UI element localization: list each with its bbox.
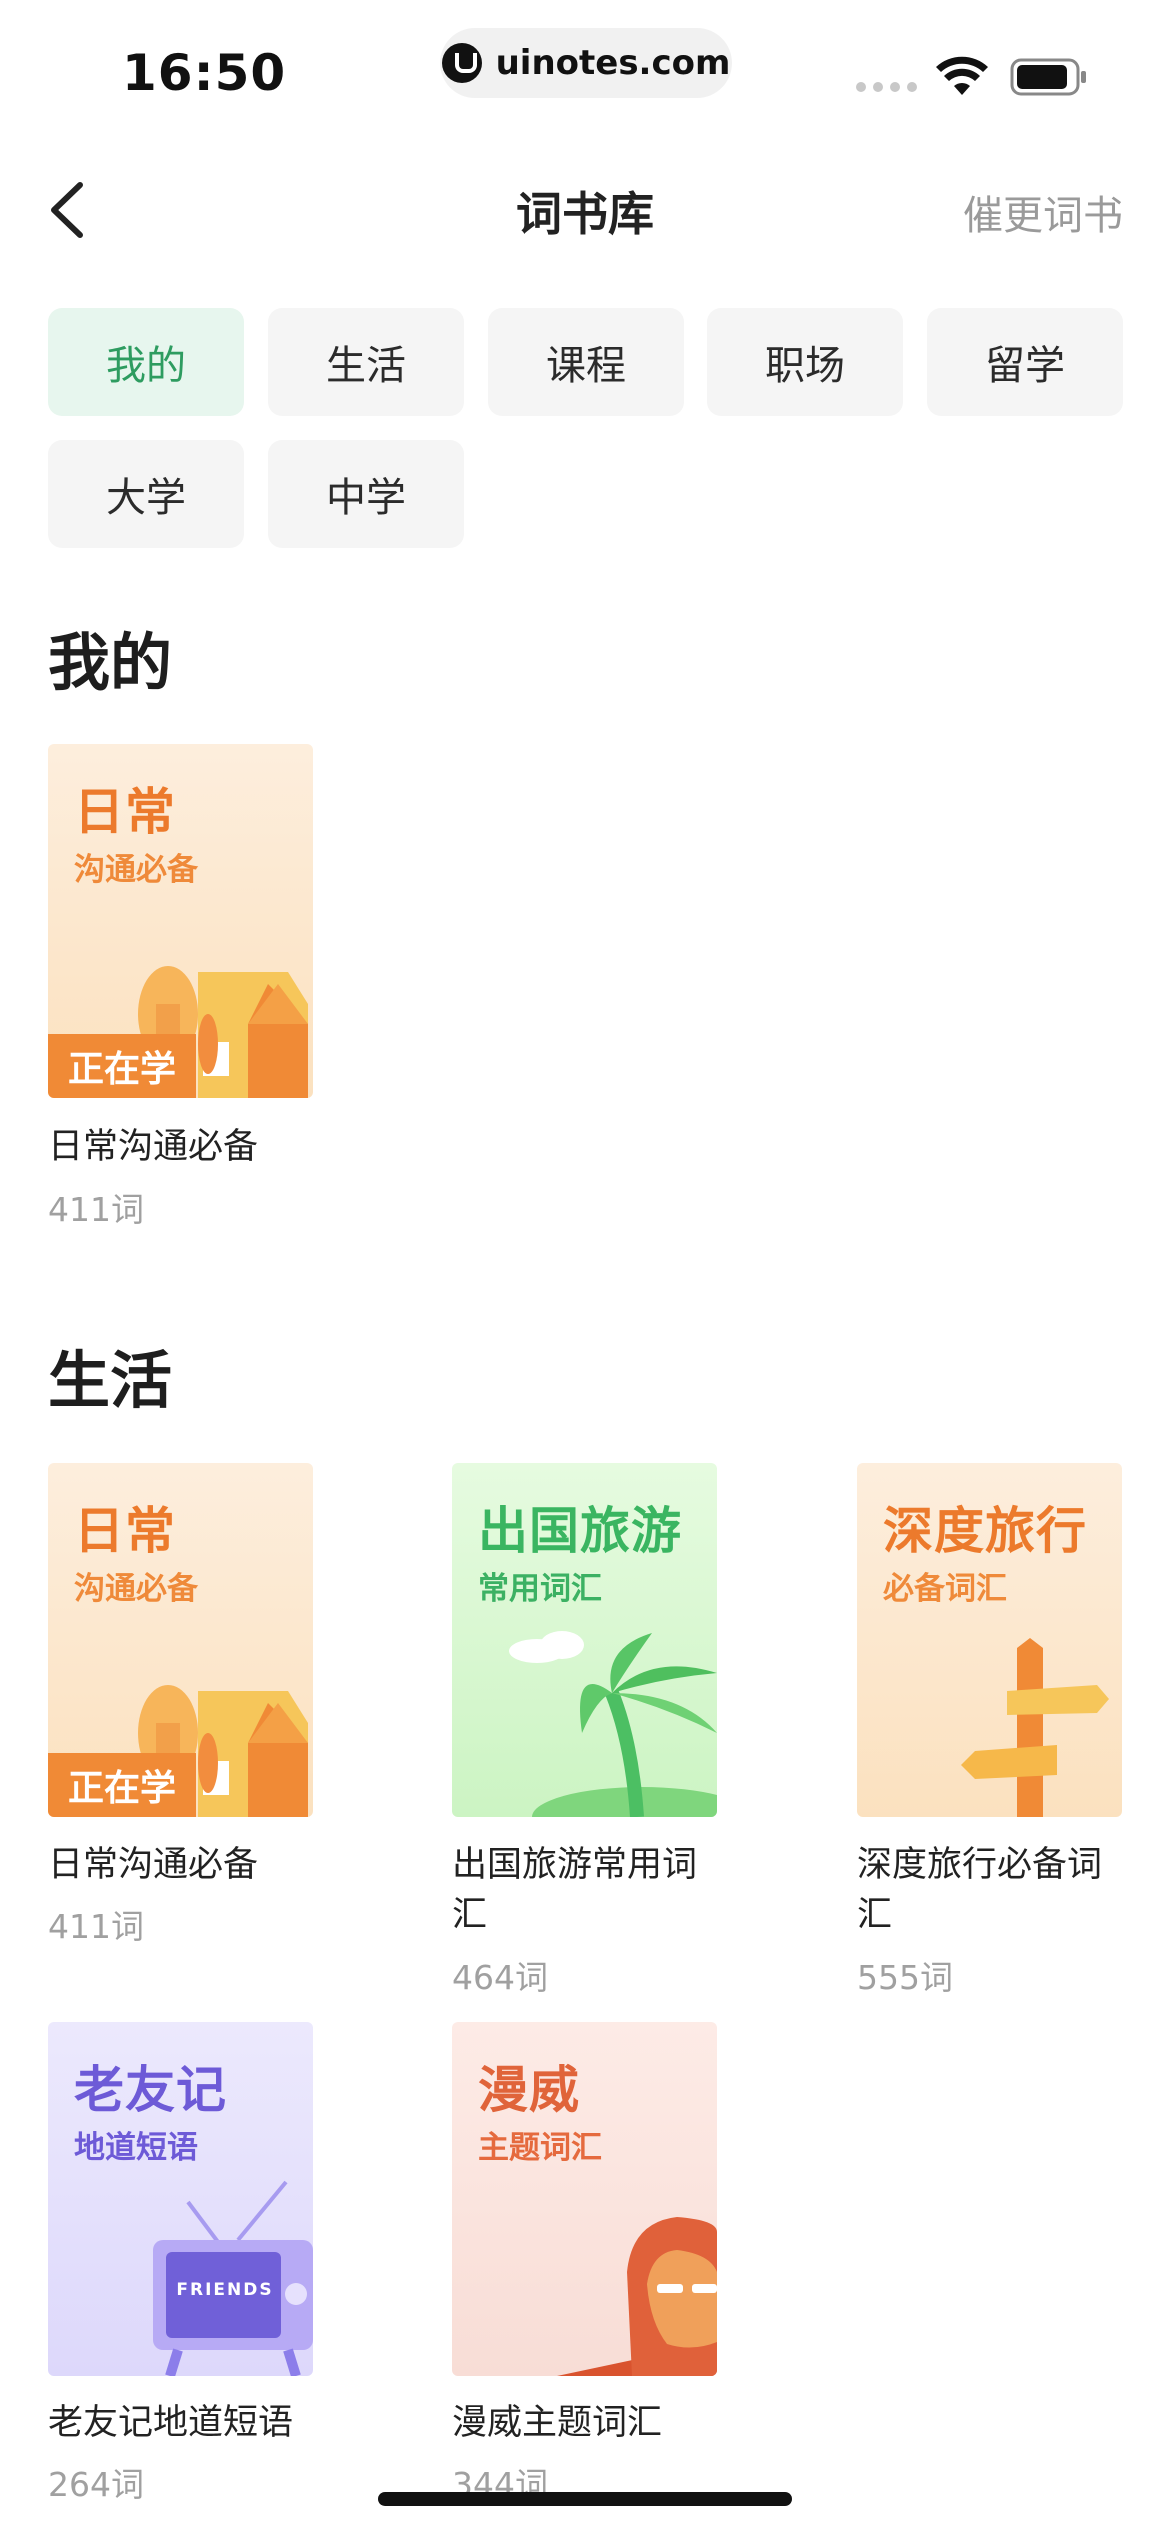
site-logo-icon	[441, 43, 482, 83]
url-text: uinotes.com	[495, 43, 731, 83]
battery-icon	[1010, 58, 1086, 96]
tab-course[interactable]: 课程	[488, 308, 684, 416]
tv-label: FRIENDS	[176, 2280, 274, 2300]
status-time: 16:50	[122, 44, 287, 102]
book-cover-marvel[interactable]: 漫威 主题词汇	[452, 2022, 717, 2376]
book-name[interactable]: 出国旅游常用词汇	[452, 1840, 722, 1940]
book-word-count: 555词	[857, 1958, 953, 1997]
book-cover-friends[interactable]: FRIENDS 老友记 地道短语	[48, 2022, 313, 2376]
book-word-count: 411词	[48, 1907, 144, 1946]
cover-subtitle: 沟通必备	[74, 1571, 198, 1607]
cover-title: 漫威	[478, 2061, 580, 2119]
tab-university[interactable]: 大学	[48, 440, 244, 548]
tab-study-abroad[interactable]: 留学	[927, 308, 1123, 416]
tab-middle-school[interactable]: 中学	[268, 440, 464, 548]
book-name[interactable]: 深度旅行必备词汇	[857, 1840, 1127, 1940]
book-name[interactable]: 老友记地道短语	[48, 2398, 318, 2448]
cover-subtitle: 必备词汇	[883, 1571, 1007, 1607]
section-title-life: 生活	[48, 1344, 173, 1417]
book-name[interactable]: 日常沟通必备	[48, 1840, 318, 1890]
book-name[interactable]: 漫威主题词汇	[452, 2398, 722, 2448]
book-word-count: 464词	[452, 1958, 548, 1997]
book-word-count: 264词	[48, 2465, 144, 2504]
tab-workplace[interactable]: 职场	[707, 308, 903, 416]
book-cover-daily[interactable]: 日常 沟通必备 正在学	[48, 1463, 313, 1817]
cover-title: 日常	[74, 1502, 176, 1560]
cover-title: 出国旅游	[478, 1502, 682, 1560]
learning-badge: 正在学	[48, 1753, 196, 1817]
cover-title: 老友记	[74, 2061, 227, 2119]
section-title-mine: 我的	[48, 626, 173, 699]
book-cover-daily-mine[interactable]: 日常 沟通必备 正在学	[48, 744, 313, 1098]
book-word-count: 411词	[48, 1190, 144, 1229]
cover-subtitle: 常用词汇	[478, 1571, 602, 1607]
learning-badge: 正在学	[48, 1034, 196, 1098]
tab-mine[interactable]: 我的	[48, 308, 244, 416]
book-cover-travel-abroad[interactable]: 出国旅游 常用词汇	[452, 1463, 717, 1817]
home-indicator[interactable]	[378, 2492, 792, 2506]
book-name[interactable]: 日常沟通必备	[48, 1122, 318, 1172]
book-cover-deep-travel[interactable]: 深度旅行 必备词汇	[857, 1463, 1122, 1817]
cover-subtitle: 沟通必备	[74, 852, 198, 888]
request-book-button[interactable]: 催更词书	[963, 183, 1123, 241]
cover-subtitle: 主题词汇	[478, 2130, 602, 2166]
cover-subtitle: 地道短语	[74, 2130, 198, 2166]
cellular-signal-icon	[856, 82, 917, 92]
cover-title: 深度旅行	[883, 1502, 1087, 1560]
url-pill[interactable]: uinotes.com	[440, 28, 732, 98]
cover-title: 日常	[74, 783, 176, 841]
wifi-icon	[936, 56, 988, 95]
tab-life[interactable]: 生活	[268, 308, 464, 416]
